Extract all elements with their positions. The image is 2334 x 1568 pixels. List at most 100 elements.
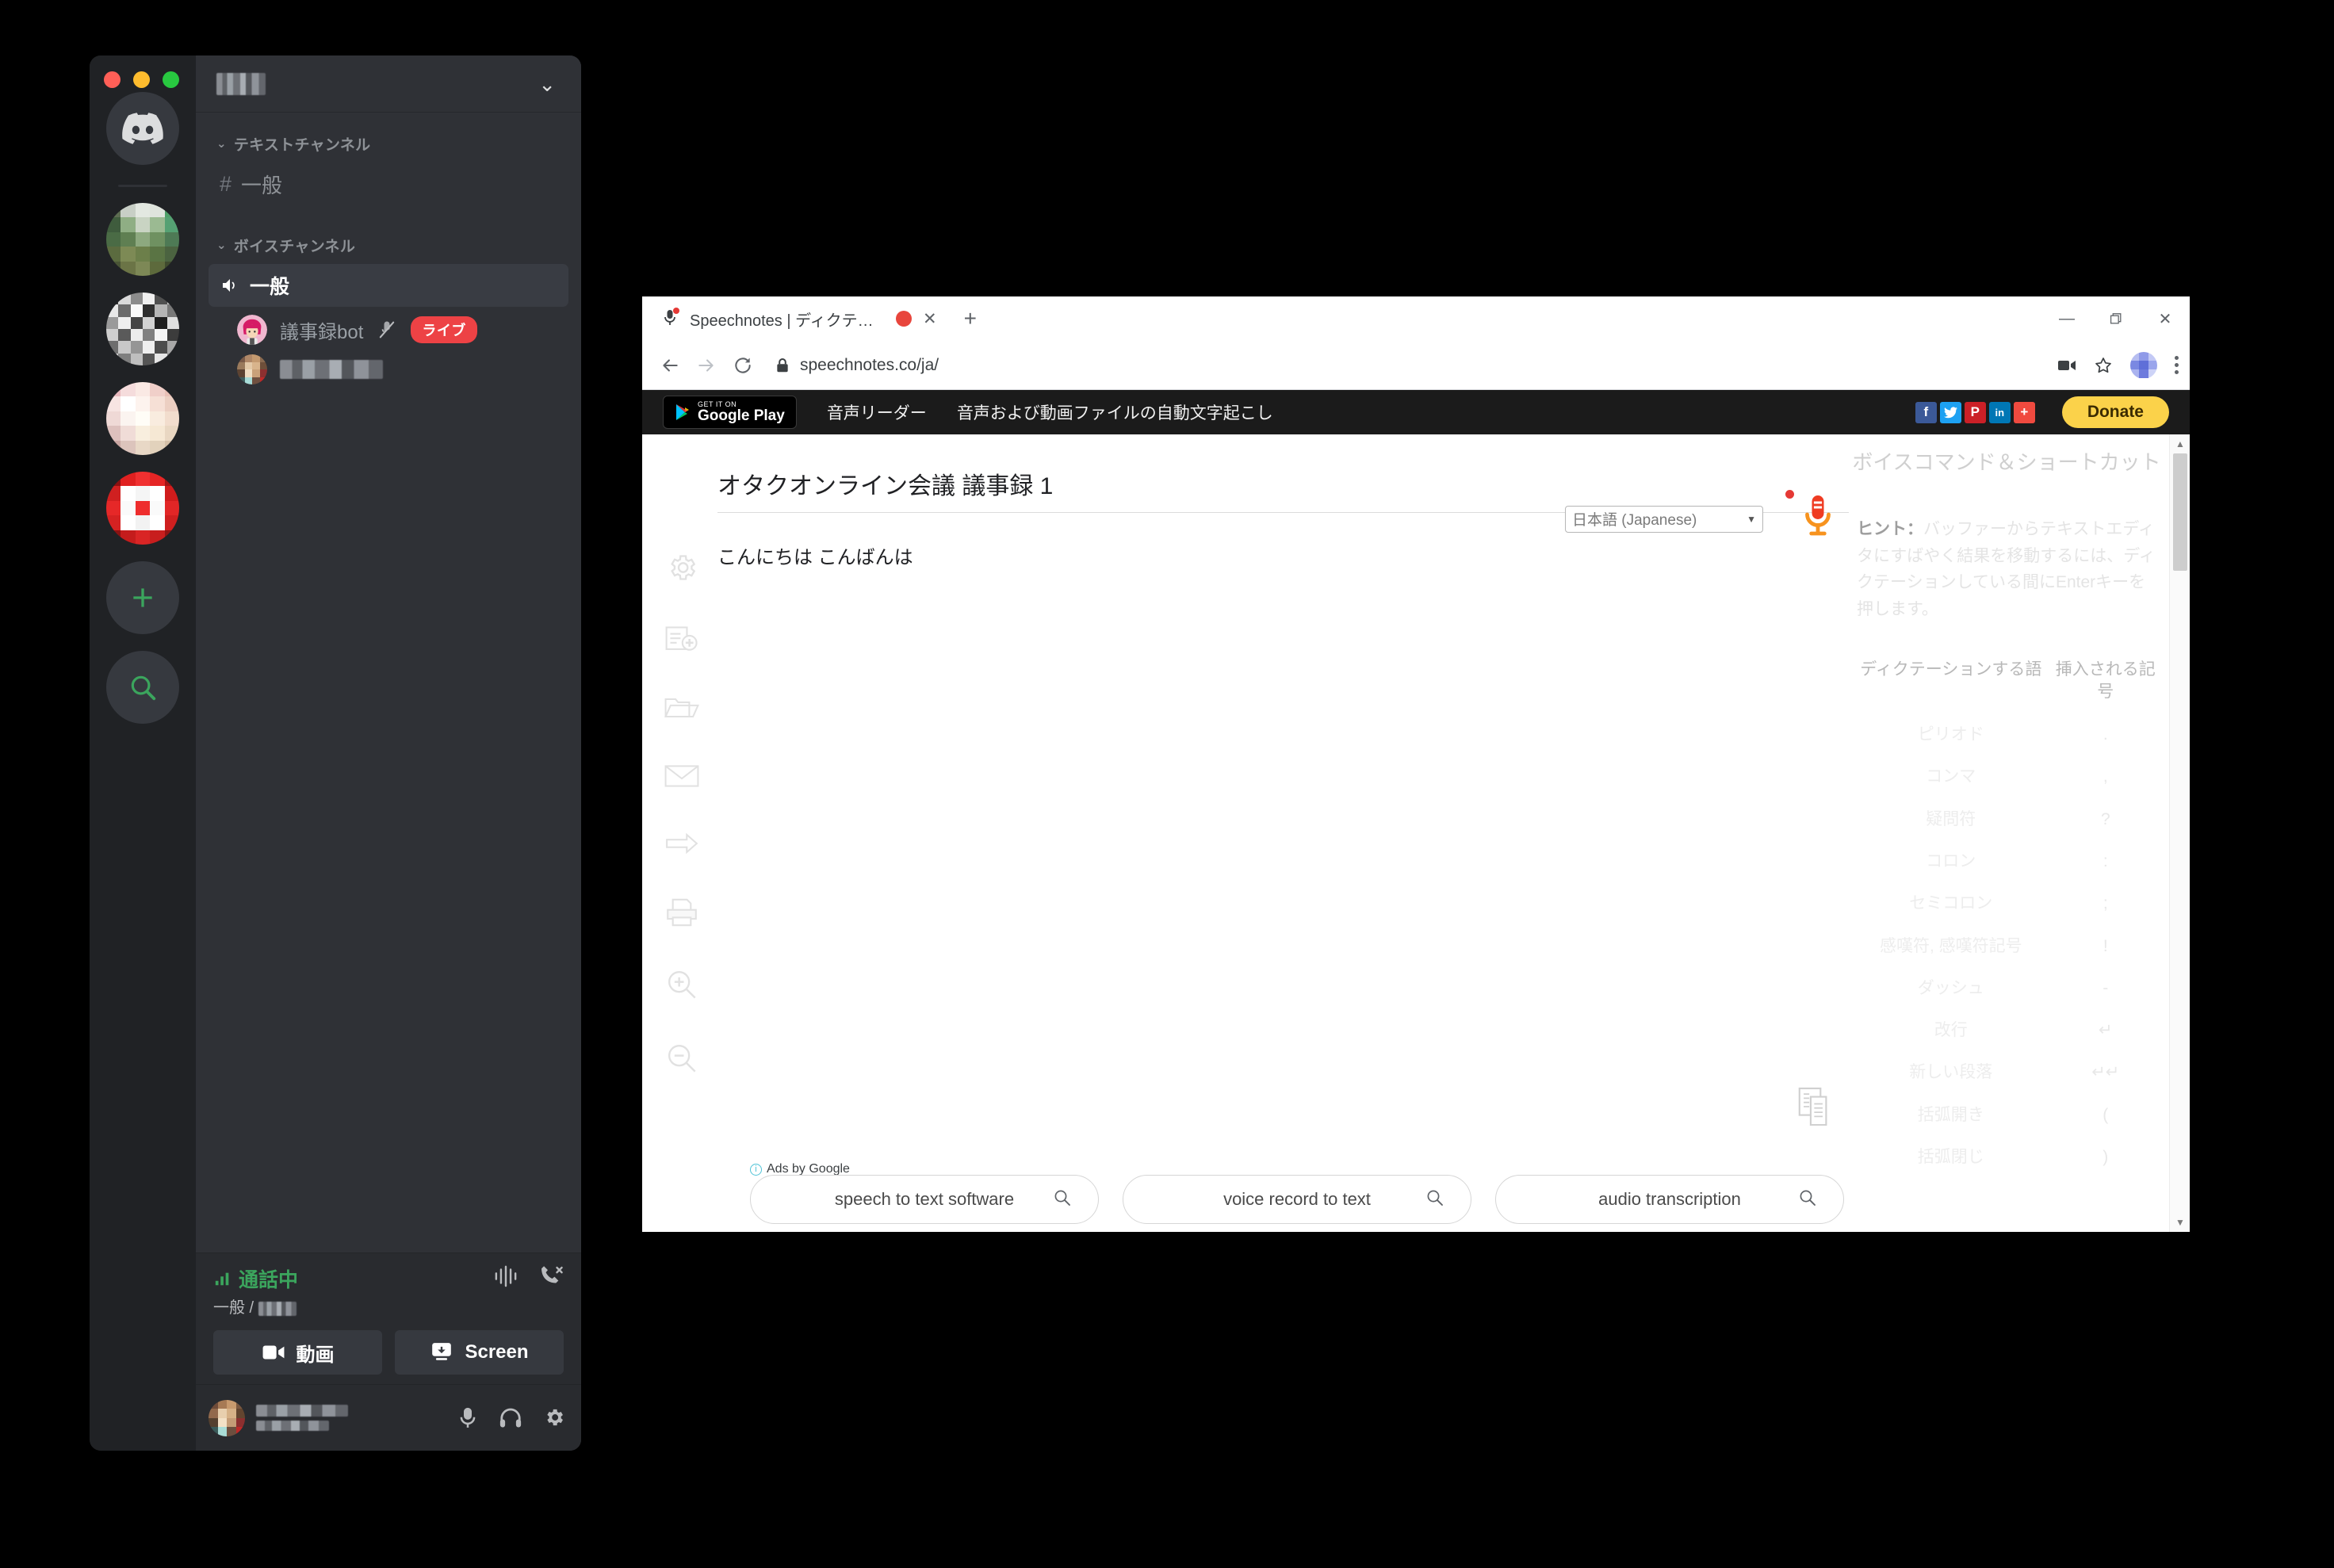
soundwave-icon[interactable] xyxy=(492,1264,519,1288)
twitter-icon[interactable] xyxy=(1939,401,1961,423)
pinterest-icon[interactable]: P xyxy=(1964,401,1986,423)
server-header[interactable]: ⌄ xyxy=(196,55,581,113)
maximize-window-button[interactable] xyxy=(163,71,179,88)
profile-avatar[interactable] xyxy=(2130,351,2157,379)
video-button[interactable]: 動画 xyxy=(213,1330,382,1375)
table-row: コロン: xyxy=(1852,840,2161,882)
chevron-down-icon[interactable]: ⌄ xyxy=(538,74,556,94)
maximize-button[interactable] xyxy=(2091,296,2141,341)
hint-label: ヒント： xyxy=(1857,520,1923,539)
channel-name: 一般 xyxy=(241,174,283,197)
microphone-icon[interactable] xyxy=(457,1406,478,1430)
page-scrollbar[interactable]: ▲ ▼ xyxy=(2169,434,2190,1232)
linkedin-icon[interactable]: in xyxy=(1988,401,2011,423)
voice-status-label: 通話中 xyxy=(239,1269,299,1291)
google-play-badge[interactable]: GET IT ON Google Play xyxy=(663,396,797,429)
zoom-out-icon[interactable] xyxy=(666,1042,698,1078)
disconnect-call-icon[interactable] xyxy=(537,1264,564,1288)
ad-pill-text: voice record to text xyxy=(1223,1189,1371,1209)
speaker-icon xyxy=(223,279,235,292)
table-row: ピリオド. xyxy=(1852,713,2161,755)
zoom-in-icon[interactable] xyxy=(666,969,698,1004)
inserted-symbol: ( xyxy=(2103,1105,2109,1124)
minimize-window-button[interactable] xyxy=(133,71,150,88)
open-folder-icon[interactable] xyxy=(664,694,700,725)
settings-gear-icon[interactable] xyxy=(666,552,698,587)
browser-tab-strip: Speechnotes | ディクテーション ✕ + — ✕ xyxy=(642,296,2190,341)
add-server-button[interactable] xyxy=(106,561,179,634)
screen-share-button[interactable]: Screen xyxy=(395,1330,564,1375)
recording-dot-icon xyxy=(1785,490,1794,499)
voice-member-row[interactable] xyxy=(196,350,581,389)
chrome-browser-window: Speechnotes | ディクテーション ✕ + — ✕ xyxy=(642,296,2190,1232)
category-voice-channels[interactable]: ⌄ ボイスチャンネル xyxy=(202,235,581,256)
scrollbar-thumb[interactable] xyxy=(2173,453,2187,571)
donate-button[interactable]: Donate xyxy=(2061,396,2169,428)
sidebar-item-server-3[interactable] xyxy=(106,382,179,455)
dictation-word: 改行 xyxy=(1934,1021,1968,1040)
ad-pill-text: audio transcription xyxy=(1598,1189,1741,1209)
voice-channel-name: 一般 / xyxy=(213,1299,254,1317)
language-select[interactable]: 日本語 (Japanese) ▼ xyxy=(1565,505,1763,533)
address-bar[interactable]: speechnotes.co/ja/ xyxy=(775,356,2041,375)
dictation-word: ピリオド xyxy=(1917,725,1984,744)
copy-documents-icon[interactable] xyxy=(1798,1087,1835,1130)
forward-button[interactable] xyxy=(696,355,717,376)
ad-search-pill[interactable]: audio transcription xyxy=(1495,1175,1844,1224)
chrome-menu-icon[interactable] xyxy=(2175,356,2179,374)
record-microphone-button[interactable] xyxy=(1785,490,1836,545)
print-icon[interactable] xyxy=(665,898,698,931)
new-tab-button[interactable]: + xyxy=(964,306,977,331)
document-text-editor[interactable]: こんにちは こんばんは xyxy=(717,543,1849,573)
gear-icon[interactable] xyxy=(543,1406,565,1428)
user-bar xyxy=(196,1384,581,1451)
ad-search-pill[interactable]: voice record to text xyxy=(1123,1175,1471,1224)
new-document-icon[interactable] xyxy=(665,625,698,656)
site-nav-right: f P in + Donate xyxy=(1915,396,2169,428)
close-tab-button[interactable]: ✕ xyxy=(920,309,940,329)
nav-link-auto-transcription[interactable]: 音声および動画ファイルの自動文字起こし xyxy=(957,400,1273,424)
voice-member-row[interactable]: 議事録bot ライブ xyxy=(196,310,581,350)
close-button[interactable]: ✕ xyxy=(2141,296,2190,341)
avatar[interactable] xyxy=(209,1399,245,1436)
explore-servers-button[interactable] xyxy=(106,651,179,724)
close-window-button[interactable] xyxy=(104,71,121,88)
discord-server-rail xyxy=(90,55,196,1451)
nav-link-audio-reader[interactable]: 音声リーダー xyxy=(827,400,927,424)
bookmark-star-icon[interactable] xyxy=(2094,356,2113,375)
voice-server-redacted xyxy=(258,1301,297,1316)
bot-avatar-icon xyxy=(237,315,267,345)
category-text-channels[interactable]: ⌄ テキストチャンネル xyxy=(202,133,581,155)
discord-window: ⌄ ⌄ テキストチャンネル # 一般 ⌄ ボイスチャンネル 一般 議事録bot … xyxy=(90,55,581,1451)
member-name: 議事録bot xyxy=(280,321,364,343)
inserted-symbol: ) xyxy=(2103,1148,2109,1167)
browser-tab[interactable]: Speechnotes | ディクテーション ✕ xyxy=(652,301,950,336)
table-row: 新しい段落 ↵↵ xyxy=(1852,1051,2161,1093)
camera-icon[interactable] xyxy=(2057,358,2076,373)
tab-recording-indicator-icon xyxy=(896,311,912,327)
minimize-button[interactable]: — xyxy=(2042,296,2091,341)
facebook-icon[interactable]: f xyxy=(1915,401,1937,423)
sidebar-item-server-1[interactable] xyxy=(106,203,179,276)
export-arrow-icon[interactable] xyxy=(664,831,699,860)
search-icon xyxy=(1799,1189,1816,1210)
ad-search-pill[interactable]: speech to text software xyxy=(750,1175,1099,1224)
reload-button[interactable] xyxy=(733,355,753,376)
scroll-down-arrow-icon[interactable]: ▼ xyxy=(2170,1214,2190,1230)
sidebar-item-server-4[interactable] xyxy=(106,472,179,545)
screen-share-icon xyxy=(432,1343,452,1360)
sidebar-item-server-2[interactable] xyxy=(106,293,179,365)
back-button[interactable] xyxy=(660,355,680,376)
share-more-icon[interactable]: + xyxy=(2013,401,2035,423)
sidebar-item-channel-voice-general[interactable]: 一般 xyxy=(209,264,568,307)
dictation-word: 疑問符 xyxy=(1926,809,1976,828)
channel-name: 一般 xyxy=(250,276,290,298)
scroll-up-arrow-icon[interactable]: ▲ xyxy=(2170,436,2190,452)
dictation-word: ダッシュ xyxy=(1917,978,1984,997)
sidebar-item-channel-text-general[interactable]: # 一般 xyxy=(209,163,568,206)
email-icon[interactable] xyxy=(664,763,699,793)
table-header-row: ディクテーションする語 挿入される記号 xyxy=(1852,659,2161,713)
headphones-icon[interactable] xyxy=(499,1406,522,1428)
inserted-symbol: ? xyxy=(2100,809,2110,828)
discord-home-button[interactable] xyxy=(106,92,179,165)
